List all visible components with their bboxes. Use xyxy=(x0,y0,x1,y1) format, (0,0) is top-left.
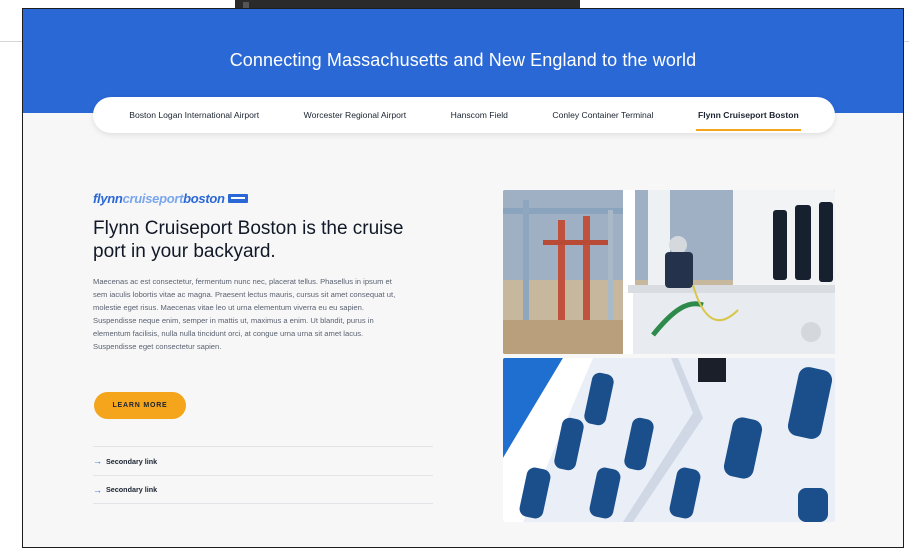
learn-more-button[interactable]: LEARN MORE xyxy=(94,392,186,419)
secondary-link-label: Secondary link xyxy=(106,456,158,466)
section-body: Maecenas ac est consectetur, fermentum n… xyxy=(93,277,396,352)
secondary-link-label: Secondary link xyxy=(106,485,158,494)
secondary-link-1[interactable]: → Secondary link xyxy=(93,446,433,475)
tab-hanscom-field[interactable]: Hanscom Field xyxy=(451,97,508,133)
cruise-ship-hull-photo xyxy=(503,358,835,522)
logo-wordmark: flynncruiseportboston xyxy=(93,191,225,206)
arrow-right-icon: → xyxy=(93,484,102,495)
worker-on-ship-photo xyxy=(503,190,835,354)
ship-logo-icon xyxy=(227,193,248,203)
tab-conley-container-terminal[interactable]: Conley Container Terminal xyxy=(552,97,653,133)
tab-flynn-cruiseport[interactable]: Flynn Cruiseport Boston xyxy=(695,97,801,133)
cruise-photo-collage xyxy=(503,190,835,522)
background-image-fragment xyxy=(235,0,580,8)
secondary-link-2[interactable]: → Secondary link xyxy=(93,475,433,504)
logo-part-boston: boston xyxy=(183,190,225,206)
section-heading: Flynn Cruiseport Boston is the cruise po… xyxy=(93,218,404,262)
page-card: Connecting Massachusetts and New England… xyxy=(22,8,904,548)
secondary-links: → Secondary link → Secondary link xyxy=(93,446,433,504)
logo-part-cruiseport: cruiseport xyxy=(122,190,184,206)
facility-tabs: Boston Logan International Airport Worce… xyxy=(93,97,835,133)
tab-boston-logan[interactable]: Boston Logan International Airport xyxy=(129,97,259,133)
arrow-right-icon: → xyxy=(93,456,102,466)
flynn-cruiseport-logo: flynncruiseportboston xyxy=(93,191,248,206)
tab-worcester-regional[interactable]: Worcester Regional Airport xyxy=(304,97,407,133)
hero-title: Connecting Massachusetts and New England… xyxy=(229,50,697,70)
logo-part-flynn: flynn xyxy=(93,190,123,206)
